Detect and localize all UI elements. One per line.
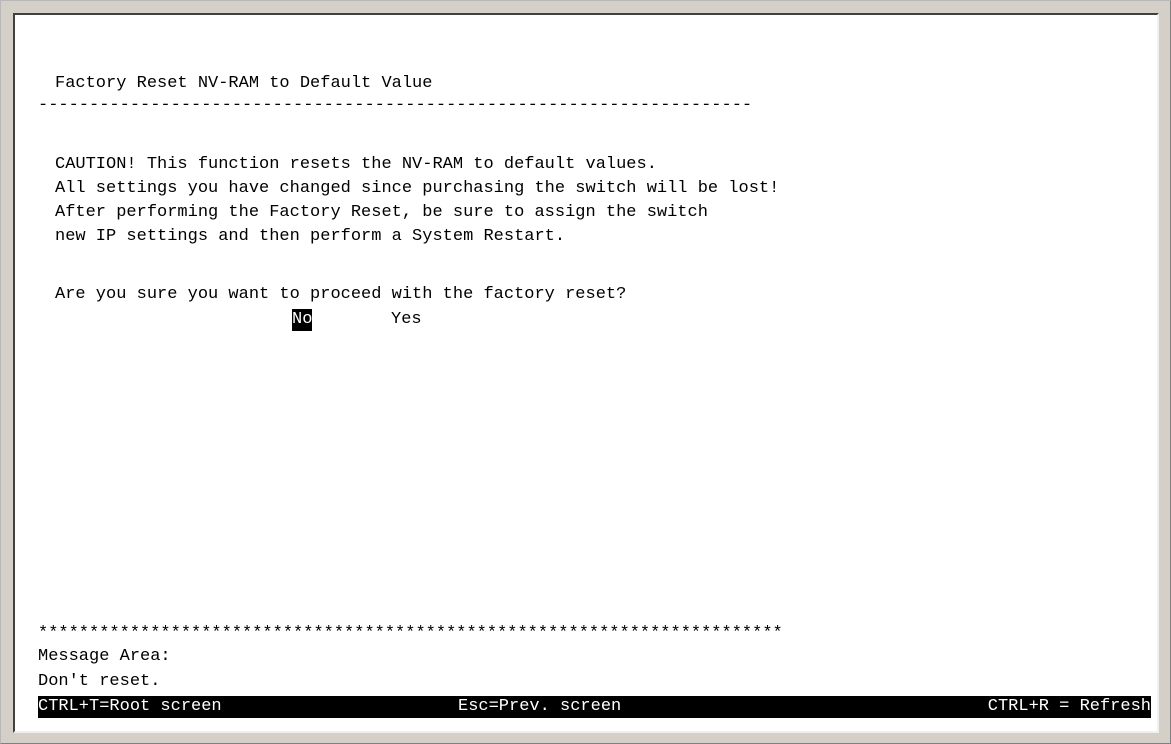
- terminal-screen: Factory Reset NV-RAM to Default Value --…: [13, 13, 1159, 733]
- root-screen-hint[interactable]: CTRL+T=Root screen: [38, 696, 222, 718]
- message-separator: ****************************************…: [38, 624, 783, 643]
- caution-line-3: After performing the Factory Reset, be s…: [55, 203, 708, 222]
- yes-option-button[interactable]: Yes: [391, 309, 422, 331]
- status-message: Don't reset.: [38, 672, 161, 691]
- page-title: Factory Reset NV-RAM to Default Value: [55, 74, 433, 93]
- prev-screen-hint[interactable]: Esc=Prev. screen: [458, 696, 621, 718]
- no-option-button[interactable]: No: [292, 309, 313, 331]
- terminal-window-frame: Factory Reset NV-RAM to Default Value --…: [0, 0, 1171, 744]
- title-separator: ----------------------------------------…: [38, 96, 753, 115]
- caution-line-1: CAUTION! This function resets the NV-RAM…: [55, 155, 657, 174]
- caution-line-2: All settings you have changed since purc…: [55, 179, 780, 198]
- confirm-question: Are you sure you want to proceed with th…: [55, 285, 627, 304]
- caution-line-4: new IP settings and then perform a Syste…: [55, 227, 566, 246]
- key-hints-bar: CTRL+T=Root screen Esc=Prev. screen CTRL…: [38, 696, 1151, 718]
- refresh-hint[interactable]: CTRL+R = Refresh: [988, 696, 1151, 718]
- message-area-label: Message Area:: [38, 647, 171, 666]
